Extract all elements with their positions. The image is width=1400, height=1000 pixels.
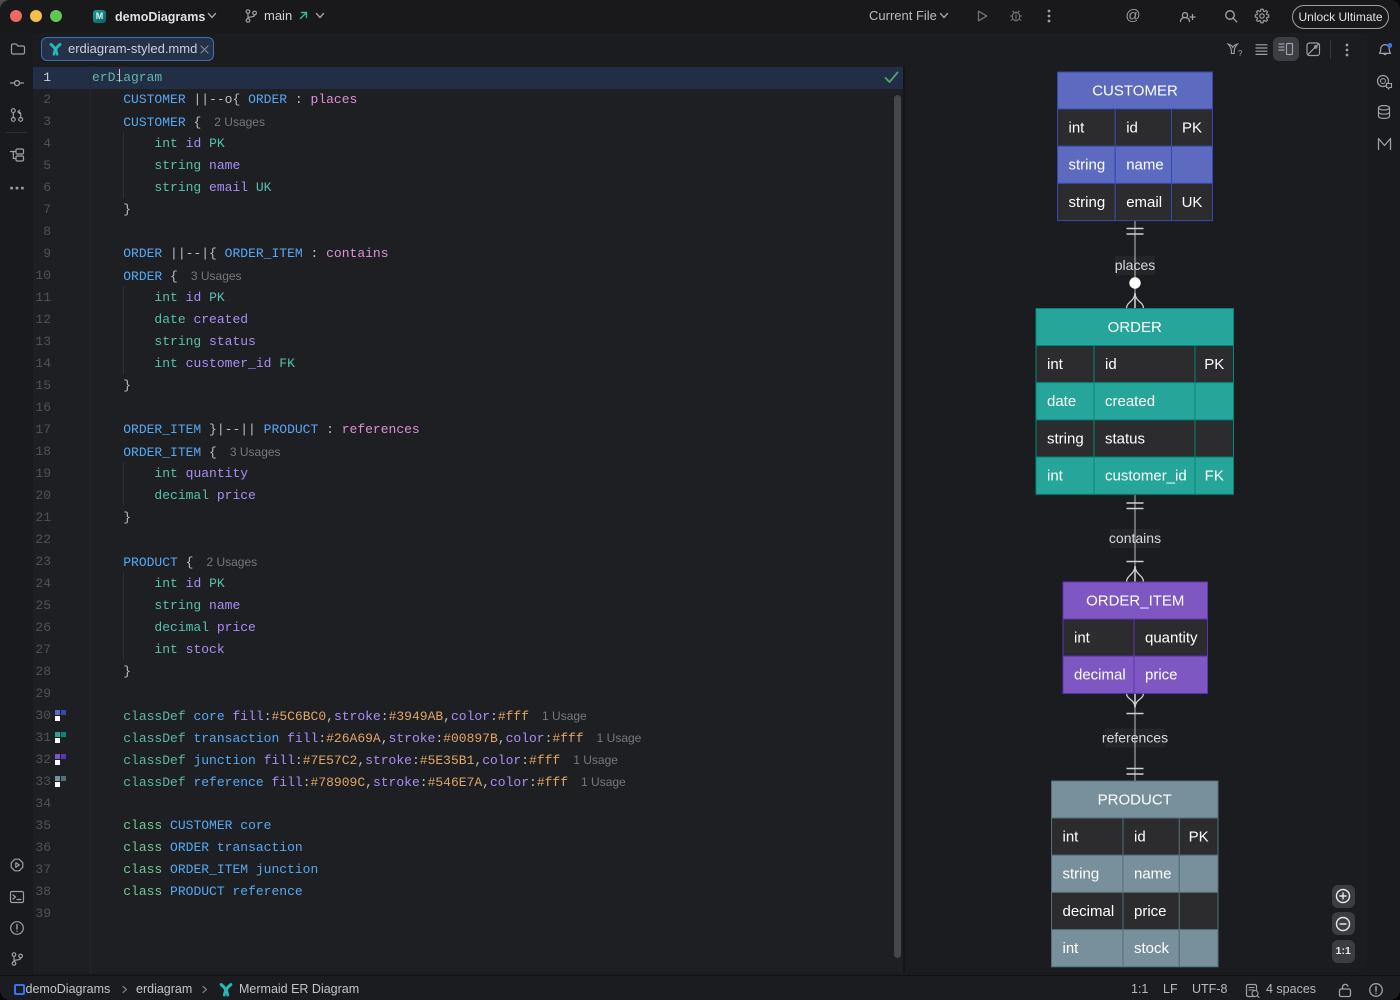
svg-text:CUSTOMER: CUSTOMER bbox=[1092, 83, 1178, 100]
svg-text:date: date bbox=[1047, 393, 1076, 410]
svg-text:PK: PK bbox=[1189, 829, 1209, 846]
svg-text:int: int bbox=[1047, 468, 1064, 485]
svg-text:FK: FK bbox=[1205, 468, 1224, 485]
svg-text:created: created bbox=[1105, 393, 1155, 410]
svg-text:string: string bbox=[1069, 194, 1106, 211]
svg-text:places: places bbox=[1115, 257, 1155, 273]
svg-text:email: email bbox=[1126, 194, 1162, 211]
svg-text:PK: PK bbox=[1182, 120, 1202, 137]
svg-text:price: price bbox=[1145, 667, 1178, 684]
svg-text:PRODUCT: PRODUCT bbox=[1098, 792, 1172, 809]
svg-text:PK: PK bbox=[1204, 356, 1224, 373]
svg-text:int: int bbox=[1063, 829, 1080, 846]
svg-text:id: id bbox=[1126, 120, 1138, 137]
svg-text:ORDER_ITEM: ORDER_ITEM bbox=[1086, 593, 1184, 610]
svg-text:?: ? bbox=[1238, 49, 1243, 58]
svg-text:int: int bbox=[1063, 940, 1080, 957]
svg-text:name: name bbox=[1126, 157, 1164, 174]
svg-text:string: string bbox=[1047, 430, 1084, 447]
svg-text:UK: UK bbox=[1182, 194, 1203, 211]
svg-text:price: price bbox=[1134, 903, 1167, 920]
svg-text:customer_id: customer_id bbox=[1105, 468, 1187, 485]
svg-text:int: int bbox=[1069, 120, 1086, 137]
svg-text:stock: stock bbox=[1134, 940, 1170, 957]
svg-text:name: name bbox=[1134, 866, 1172, 883]
svg-text:decimal: decimal bbox=[1063, 903, 1115, 920]
svg-text:decimal: decimal bbox=[1074, 667, 1126, 684]
svg-text:int: int bbox=[1047, 356, 1064, 373]
svg-text:quantity: quantity bbox=[1145, 630, 1198, 647]
svg-text:status: status bbox=[1105, 430, 1145, 447]
svg-text:id: id bbox=[1105, 356, 1117, 373]
svg-text:contains: contains bbox=[1109, 530, 1161, 546]
svg-text:string: string bbox=[1069, 157, 1106, 174]
svg-text:references: references bbox=[1102, 730, 1168, 746]
svg-text:id: id bbox=[1134, 829, 1146, 846]
svg-text:string: string bbox=[1063, 866, 1100, 883]
svg-text:int: int bbox=[1074, 630, 1091, 647]
svg-text:ORDER: ORDER bbox=[1108, 319, 1162, 336]
